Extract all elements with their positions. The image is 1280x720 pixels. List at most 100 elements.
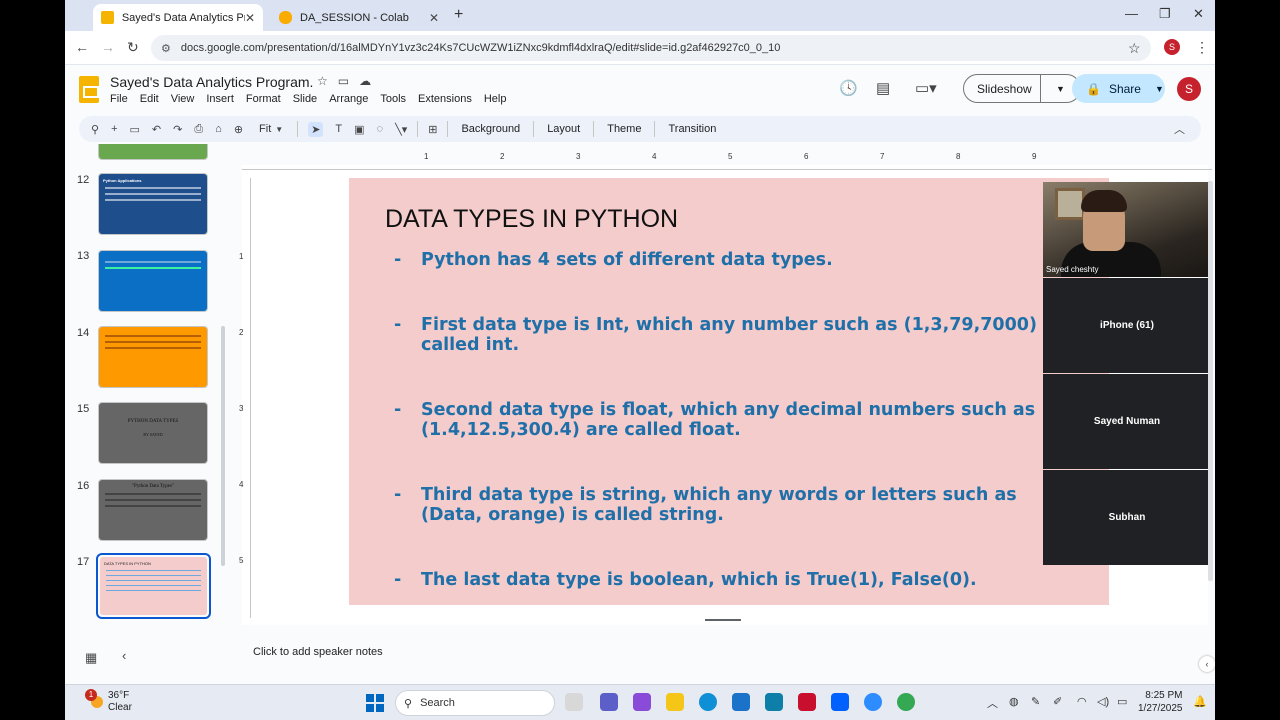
comments-icon[interactable]: ▤ — [876, 79, 890, 97]
star-icon[interactable]: ☆ — [317, 74, 338, 88]
copilot-icon[interactable] — [633, 693, 651, 711]
menu-format[interactable]: Format — [246, 93, 281, 105]
new-slide-icon[interactable]: + — [111, 123, 117, 135]
browser-menu-icon[interactable]: ⋮ — [1195, 39, 1209, 56]
theme-button[interactable]: Theme — [607, 123, 641, 135]
side-panel-toggle-icon[interactable]: ‹ — [1199, 656, 1215, 672]
chevron-down-icon[interactable]: ▼ — [275, 125, 283, 134]
undo-icon[interactable]: ↶ — [152, 123, 161, 136]
teams-icon[interactable] — [600, 693, 618, 711]
wifi-icon[interactable]: ◠ — [1077, 695, 1087, 708]
tab-colab[interactable]: DA_SESSION - Colab ✕ — [271, 4, 447, 31]
slide-title[interactable]: DATA TYPES IN PYTHON — [385, 205, 678, 234]
account-avatar[interactable]: S — [1177, 77, 1201, 101]
zoom-select[interactable]: Fit — [259, 123, 271, 135]
menu-help[interactable]: Help — [484, 93, 507, 105]
folder-icon[interactable] — [666, 693, 684, 711]
menu-edit[interactable]: Edit — [140, 93, 159, 105]
slide-thumbnail-16[interactable]: "Python Data Types" — [98, 479, 208, 541]
chrome-icon[interactable] — [897, 693, 915, 711]
zoom-icon[interactable] — [864, 693, 882, 711]
tray-chevron-icon[interactable]: ︿ — [987, 695, 998, 711]
windows-start-icon[interactable] — [366, 694, 384, 712]
cloud-status-icon[interactable]: ☁ — [359, 74, 381, 88]
participant-tile[interactable]: Subhan — [1043, 470, 1211, 565]
zoom-icon[interactable]: ⊕ — [234, 123, 243, 136]
collapse-toolbar-icon[interactable]: ︿ — [1174, 121, 1185, 137]
tray-app-icon[interactable]: ◍ — [1009, 695, 1019, 708]
menu-insert[interactable]: Insert — [206, 93, 234, 105]
shape-icon[interactable]: ◌ — [377, 123, 384, 135]
menu-arrange[interactable]: Arrange — [329, 93, 368, 105]
dropbox-icon[interactable] — [831, 693, 849, 711]
notes-resize-handle[interactable] — [705, 619, 741, 621]
speaker-notes[interactable]: Click to add speaker notes — [233, 634, 1215, 674]
menu-extensions[interactable]: Extensions — [418, 93, 472, 105]
slide-thumbnail-17[interactable]: DATA TYPES IN PYTHON — [96, 553, 211, 619]
tab-slides[interactable]: Sayed's Data Analytics Program ✕ — [93, 4, 263, 31]
profile-avatar[interactable]: S — [1164, 39, 1180, 55]
speaker-notes-placeholder[interactable]: Click to add speaker notes — [253, 646, 383, 658]
participant-tile[interactable]: iPhone (61) — [1043, 278, 1211, 373]
reload-icon[interactable]: ↻ — [127, 39, 139, 56]
system-clock[interactable]: 8:25 PM 1/27/2025 — [1138, 689, 1183, 715]
document-title[interactable]: Sayed's Data Analytics Program. — [110, 74, 313, 90]
minimize-icon[interactable]: — — [1125, 6, 1138, 21]
new-tab-icon[interactable]: + — [454, 6, 463, 24]
search-menus-icon[interactable]: ⚲ — [91, 123, 99, 136]
line-icon[interactable]: ╲▾ — [395, 123, 407, 136]
volume-icon[interactable]: ◁) — [1097, 695, 1109, 708]
share-button[interactable]: 🔒 Share ▼ — [1072, 74, 1165, 103]
slideshow-button[interactable]: Slideshow ▼ — [963, 74, 1081, 103]
text-box-icon[interactable]: T — [335, 123, 342, 135]
forward-icon[interactable]: → — [101, 39, 115, 55]
layout-button[interactable]: Layout — [547, 123, 580, 135]
url-bar[interactable]: ⚙ docs.google.com/presentation/d/16alMDY… — [151, 35, 1151, 61]
slide-thumbnail-11[interactable] — [98, 144, 208, 160]
store-icon[interactable] — [732, 693, 750, 711]
comment-add-icon[interactable]: ⊞ — [428, 123, 437, 136]
background-button[interactable]: Background — [461, 123, 520, 135]
redo-icon[interactable]: ↷ — [173, 123, 182, 136]
menu-tools[interactable]: Tools — [380, 93, 406, 105]
menu-view[interactable]: View — [171, 93, 195, 105]
select-cursor-icon[interactable]: ➤ — [308, 121, 324, 137]
notification-bell-icon[interactable]: 🔔 — [1193, 695, 1207, 708]
bookmark-star-icon[interactable]: ☆ — [1128, 40, 1141, 57]
close-icon[interactable]: ✕ — [245, 11, 255, 25]
paint-format-icon[interactable]: ⌂ — [215, 123, 222, 135]
file-explorer-icon[interactable] — [565, 693, 583, 711]
transition-button[interactable]: Transition — [668, 123, 716, 135]
slide-thumbnail-13[interactable] — [98, 250, 208, 312]
version-history-icon[interactable]: 🕓 — [839, 79, 858, 97]
chevron-down-icon[interactable]: ▼ — [1155, 84, 1164, 94]
app-l-icon[interactable] — [765, 693, 783, 711]
slide-thumbnail-15[interactable]: PYTHON DATA TYPES BY SAYED — [98, 402, 208, 464]
move-folder-icon[interactable]: ▭ — [338, 74, 359, 88]
back-icon[interactable]: ← — [75, 39, 89, 55]
menu-file[interactable]: File — [110, 93, 128, 105]
participant-camera-tile[interactable]: Sayed cheshty — [1043, 182, 1211, 277]
meet-camera-icon[interactable]: ▭▾ — [915, 79, 937, 97]
grid-view-icon[interactable]: ▦ — [85, 650, 97, 666]
image-icon[interactable]: ▣ — [354, 123, 364, 136]
edge-icon[interactable] — [699, 693, 717, 711]
slide-thumbnail-12[interactable]: Python Applications — [98, 173, 208, 235]
current-slide[interactable]: DATA TYPES IN PYTHON - Python has 4 sets… — [349, 178, 1109, 605]
print-icon[interactable]: ⎙ — [194, 123, 203, 136]
horizontal-ruler[interactable]: 1 2 3 4 5 6 7 8 9 — [242, 152, 1212, 170]
site-info-icon[interactable]: ⚙ — [161, 42, 171, 55]
slide-layout-icon[interactable]: ▭ — [130, 123, 140, 136]
vertical-ruler[interactable]: 1 2 3 4 5 — [239, 178, 251, 618]
chevron-left-icon[interactable]: ‹ — [122, 648, 126, 663]
tray-pen-icon[interactable]: ✎ — [1031, 695, 1040, 708]
restore-icon[interactable]: ❐ — [1159, 6, 1171, 22]
close-icon[interactable]: ✕ — [429, 11, 439, 25]
slide-thumbnail-14[interactable] — [98, 326, 208, 388]
taskbar-search[interactable]: ⚲ Search — [395, 690, 555, 716]
slides-logo-icon[interactable] — [79, 76, 99, 103]
mcafee-icon[interactable] — [798, 693, 816, 711]
participant-tile[interactable]: Sayed Numan — [1043, 374, 1211, 469]
canvas-scrollbar[interactable] — [1208, 181, 1213, 581]
battery-icon[interactable]: ▭ — [1117, 695, 1127, 708]
